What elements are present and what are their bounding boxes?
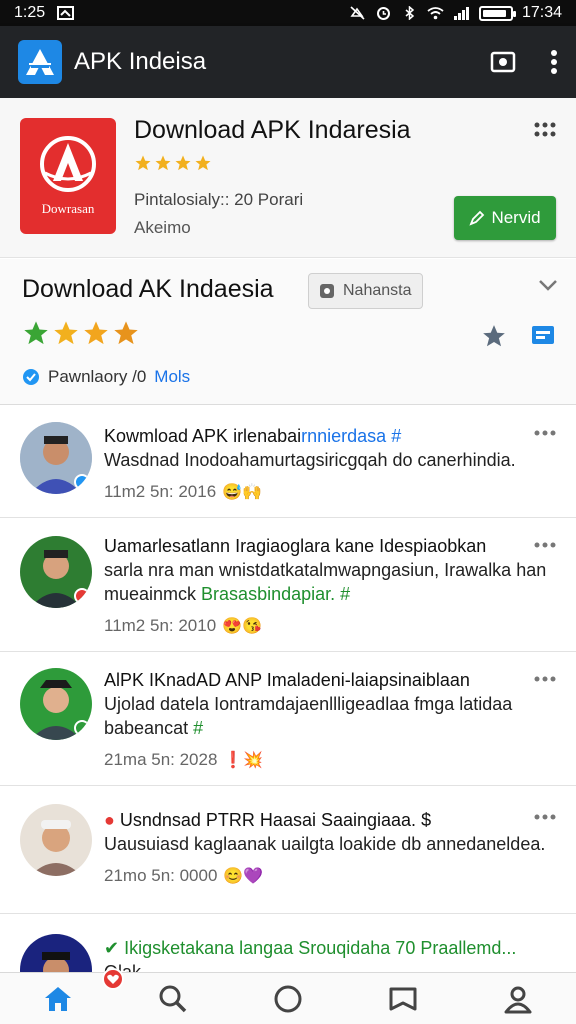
nav-bookmarks[interactable] xyxy=(373,977,433,1021)
bluetooth-icon xyxy=(405,6,415,20)
status-bar: 1:25 17:34 xyxy=(0,0,576,26)
chevron-down-icon[interactable] xyxy=(538,279,558,291)
avatar[interactable] xyxy=(20,804,92,876)
verified-icon xyxy=(23,369,39,385)
post-text: Wasdnad Inodoahamurtagsiricgqah do caner… xyxy=(104,450,516,470)
app-title: APK Indeisa xyxy=(74,48,207,75)
app-emblem-icon xyxy=(40,136,96,192)
category-chip[interactable]: Nahansta xyxy=(308,273,423,309)
chip-label: Nahansta xyxy=(343,282,412,299)
post-more-icon[interactable] xyxy=(534,430,556,436)
avatar[interactable] xyxy=(20,536,92,608)
post-title: AlPK IKnadAD ANP Imaladeni-laiapsinaibla… xyxy=(104,670,470,690)
post-title-link[interactable]: rnnierdasa xyxy=(301,426,386,446)
status-time-right: 17:34 xyxy=(521,4,562,21)
search-icon xyxy=(159,985,187,1012)
install-button[interactable]: Nervid xyxy=(454,196,556,240)
app-bar: APK Indeisa xyxy=(0,26,576,98)
post-more-icon[interactable] xyxy=(534,542,556,548)
post-title: ✔ Ikigsketakana langaa Srouqidaha 70 Pra… xyxy=(104,938,517,958)
post-title-link[interactable]: Srouqidaha 70 Praallemd... xyxy=(298,938,516,958)
share-screen-icon[interactable] xyxy=(530,324,556,348)
post-text-2: babeancat # xyxy=(104,718,204,738)
grid-more-icon[interactable] xyxy=(534,122,556,138)
app-logo-icon[interactable] xyxy=(18,40,62,84)
bottom-navigation xyxy=(0,972,576,1024)
post-meta: 11m2 5n: 2016 😅🙌 xyxy=(104,482,263,501)
post-emoji: 😍😘 xyxy=(222,618,263,635)
post-text: Olak xyxy=(104,962,142,972)
profile-icon xyxy=(504,986,532,1013)
status-time-left: 1:25 xyxy=(14,4,46,21)
star-icon xyxy=(24,321,48,345)
info-title: Download AK Indaesia xyxy=(22,275,274,303)
list-item[interactable]: ● Usndnsad PTRR Haasai Saaingiaaa. $ Uau… xyxy=(0,786,576,914)
header-title: Download APK Indaresia xyxy=(134,116,411,144)
post-text-link[interactable]: Brasasbindapiar. xyxy=(201,584,335,604)
app-info-section: Download AK Indaesia Nahansta Pawnlaory … xyxy=(0,259,576,405)
post-more-icon[interactable] xyxy=(534,814,556,820)
list-item[interactable]: ✔ Ikigsketakana langaa Srouqidaha 70 Pra… xyxy=(0,914,576,972)
wifi-icon xyxy=(427,7,444,20)
app-header-card: Dowrasan Download APK Indaresia Pintalos… xyxy=(0,98,576,258)
header-subtitle-2: Akeimo xyxy=(134,218,191,237)
nav-profile[interactable] xyxy=(488,977,548,1021)
post-meta: 21mo 5n: 0000 😊💜 xyxy=(104,866,264,885)
app-icon[interactable]: Dowrasan xyxy=(20,118,116,234)
verified-link[interactable]: Mols xyxy=(154,367,190,387)
post-text: sarla nra man wnistdatkatalmwapngasiun, … xyxy=(104,560,547,604)
post-meta: 21ma 5n: 2028 ❗💥 xyxy=(104,750,264,769)
post-title: Kowmload APK irlenabairnnierdasa # xyxy=(104,426,402,446)
comment-feed: Kowmload APK irlenabairnnierdasa # Wasdn… xyxy=(0,406,576,972)
screen-icon[interactable] xyxy=(490,50,516,74)
post-emoji: 😅🙌 xyxy=(222,484,263,501)
bookmark-icon xyxy=(389,987,417,1010)
star-favorite-icon[interactable] xyxy=(480,323,508,349)
star-icon xyxy=(195,155,211,171)
star-icon xyxy=(135,155,151,171)
avatar[interactable] xyxy=(20,422,92,494)
pencil-icon xyxy=(469,210,485,226)
avatar[interactable] xyxy=(20,934,92,972)
post-text: Uausuiasd kaglaanak uailgta loakide db a… xyxy=(104,834,546,854)
avatar[interactable] xyxy=(20,668,92,740)
header-rating xyxy=(134,154,212,172)
post-text: Ujolad datela Iontramdajaenllligeadlaa f… xyxy=(104,694,513,714)
mute-icon xyxy=(350,6,365,20)
post-emoji: ❗💥 xyxy=(223,752,264,769)
list-item[interactable]: AlPK IKnadAD ANP Imaladeni-laiapsinaibla… xyxy=(0,652,576,786)
post-emoji: 😊💜 xyxy=(223,868,264,885)
verified-text: Pawnlaory /0 xyxy=(48,367,147,386)
battery-icon xyxy=(478,5,516,21)
overflow-menu-icon[interactable] xyxy=(550,49,558,75)
post-more-icon[interactable] xyxy=(534,676,556,682)
post-title: Uamarlesatlann Iragiaoglara kane Idespia… xyxy=(104,536,487,556)
tag-icon xyxy=(320,284,334,298)
install-button-label: Nervid xyxy=(491,208,541,227)
app-icon-caption: Dowrasan xyxy=(41,201,95,216)
alarm-icon xyxy=(376,7,390,20)
star-icon xyxy=(175,155,191,171)
notification-heart-icon xyxy=(102,968,124,990)
signal-icon xyxy=(453,7,469,20)
header-subtitle: Pintalosialy:: 20 Porari xyxy=(134,190,304,209)
post-meta: 11m2 5n: 2010 😍😘 xyxy=(104,616,263,635)
info-rating xyxy=(22,319,140,347)
post-title: ● Usndnsad PTRR Haasai Saaingiaaa. $ xyxy=(104,810,432,830)
list-item[interactable]: Uamarlesatlann Iragiaoglara kane Idespia… xyxy=(0,518,576,652)
notification-icon xyxy=(57,6,75,20)
star-icon xyxy=(114,321,138,345)
nav-home[interactable] xyxy=(28,977,88,1021)
star-icon xyxy=(54,321,78,345)
circle-icon xyxy=(274,985,302,1012)
list-item[interactable]: Kowmload APK irlenabairnnierdasa # Wasdn… xyxy=(0,406,576,518)
verified-row: Pawnlaory /0 Mols xyxy=(22,367,190,387)
nav-home-circle[interactable] xyxy=(258,977,318,1021)
nav-search[interactable] xyxy=(143,977,203,1021)
home-icon xyxy=(44,986,71,1011)
star-icon xyxy=(84,321,108,345)
star-icon xyxy=(155,155,171,171)
